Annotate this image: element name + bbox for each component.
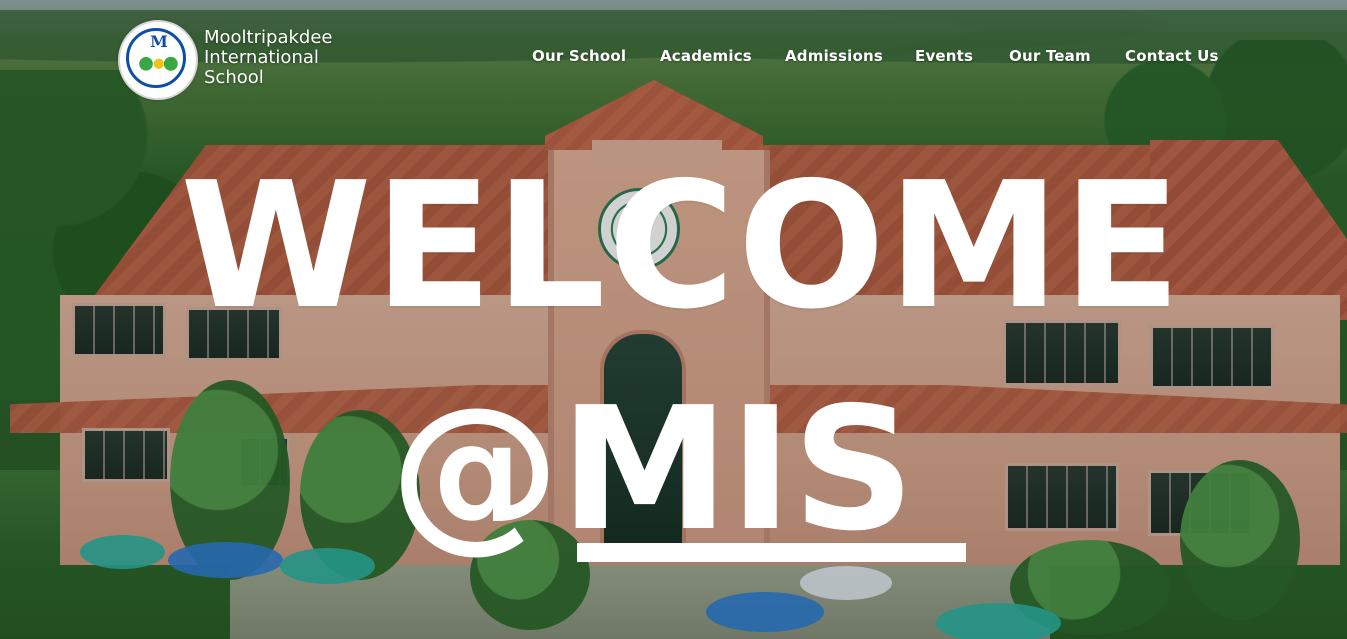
school-name[interactable]: Mooltripakdee International School xyxy=(204,28,374,88)
nav-events[interactable]: Events xyxy=(915,47,973,71)
nav-admissions[interactable]: Admissions xyxy=(785,47,883,71)
school-name-line: Mooltripakdee xyxy=(204,27,333,48)
nav-contact-us[interactable]: Contact Us xyxy=(1125,47,1219,71)
logo-letter: M xyxy=(150,32,168,51)
nav-our-school[interactable]: Our School xyxy=(532,47,626,71)
hero-section: M Mooltripakdee International School Our… xyxy=(0,0,1347,639)
hero-headline-welcome: WELCOME xyxy=(180,145,1184,348)
headline-underline xyxy=(577,543,966,562)
logo-people-icon xyxy=(138,56,178,82)
hero-headline-mis: @MIS xyxy=(390,371,915,569)
school-name-line: International xyxy=(204,47,319,68)
nav-our-team[interactable]: Our Team xyxy=(1009,47,1091,71)
nav-academics[interactable]: Academics xyxy=(660,47,752,71)
school-logo[interactable]: M xyxy=(118,20,198,100)
school-name-line: School xyxy=(204,67,264,88)
